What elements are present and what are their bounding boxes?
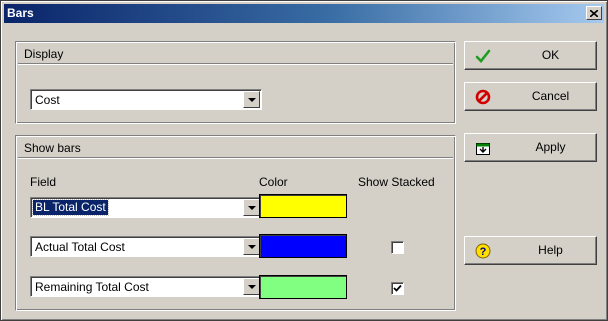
color-column-header: Color (259, 175, 288, 189)
dropdown-arrow-button[interactable] (243, 199, 260, 216)
display-dropdown-value: Cost (35, 93, 60, 107)
chevron-down-icon (247, 97, 256, 102)
field-dropdown-3[interactable]: Remaining Total Cost (30, 276, 262, 297)
title-bar[interactable]: Bars (4, 4, 604, 23)
apply-button[interactable]: Apply (464, 133, 597, 162)
display-dropdown[interactable]: Cost (30, 89, 262, 110)
chevron-down-icon (247, 244, 256, 249)
apply-label: Apply (535, 140, 566, 154)
field-dropdown-2[interactable]: Actual Total Cost (30, 236, 262, 257)
color-swatch-2[interactable] (259, 234, 347, 258)
dropdown-arrow-button[interactable] (243, 91, 260, 108)
ok-button[interactable]: OK (464, 41, 597, 70)
show-bars-panel-title: Show bars (24, 141, 81, 155)
cancel-label: Cancel (531, 89, 570, 103)
show-stacked-checkbox-3[interactable] (391, 282, 404, 295)
close-icon (590, 9, 598, 17)
window-title: Bars (7, 6, 34, 20)
display-panel-title: Display (24, 47, 64, 61)
ok-label: OK (541, 48, 560, 62)
help-button[interactable]: ? Help (464, 236, 597, 265)
field-dropdown-value: Remaining Total Cost (35, 280, 149, 294)
color-swatch-1[interactable] (259, 194, 347, 218)
display-panel-header: Display (18, 44, 453, 64)
show-stacked-checkbox-2[interactable] (391, 241, 404, 254)
prohibited-icon (475, 89, 491, 105)
display-panel: Display Cost (15, 41, 456, 124)
stacked-column-header: Show Stacked (358, 175, 435, 189)
cancel-button[interactable]: Cancel (464, 82, 597, 111)
apply-icon (476, 143, 490, 155)
checkmark-icon (393, 284, 402, 292)
close-button[interactable] (586, 6, 602, 20)
show-bars-panel: Show bars Field Color Show Stacked BL To… (15, 135, 456, 311)
show-bars-panel-header: Show bars (18, 138, 453, 158)
chevron-down-icon (247, 205, 256, 210)
field-column-header: Field (30, 175, 57, 189)
chevron-down-icon (247, 284, 256, 289)
dropdown-arrow-button[interactable] (243, 238, 260, 255)
field-dropdown-1[interactable]: BL Total Cost (30, 197, 262, 218)
color-swatch-3[interactable] (259, 275, 347, 299)
dropdown-arrow-button[interactable] (243, 278, 260, 295)
bars-dialog: Bars Display Cost Show bars Field Color … (0, 0, 608, 321)
field-dropdown-value: Actual Total Cost (35, 240, 125, 254)
help-icon: ? (475, 243, 491, 259)
help-label: Help (538, 243, 563, 257)
checkmark-icon (475, 49, 491, 63)
field-dropdown-value: BL Total Cost (32, 199, 109, 216)
svg-text:?: ? (480, 246, 487, 258)
